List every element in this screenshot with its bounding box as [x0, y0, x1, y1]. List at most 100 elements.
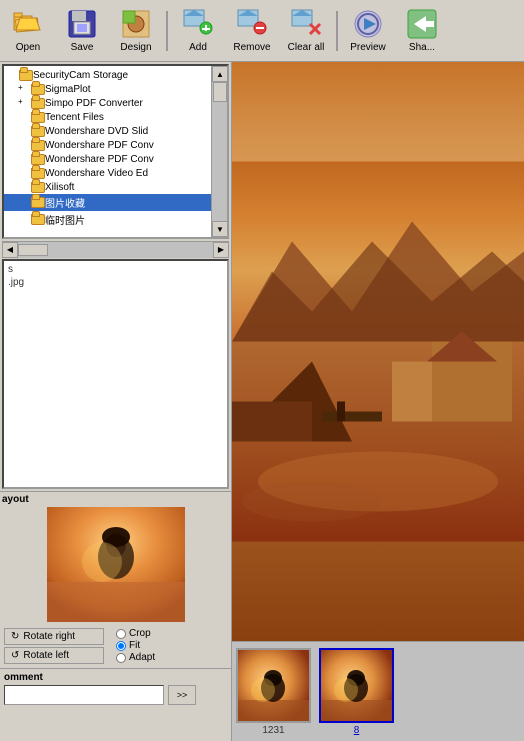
save-icon	[66, 8, 98, 40]
rotate-left-button[interactable]: ↺ Rotate left	[4, 647, 104, 664]
thumb-label-1: 8	[354, 725, 360, 736]
scene-svg	[232, 62, 524, 641]
open-button[interactable]: Open	[2, 4, 54, 58]
folder-icon-5	[31, 140, 45, 151]
preview-label: Preview	[350, 42, 386, 53]
tree-item-0[interactable]: SecurityCam Storage	[4, 68, 211, 82]
fit-option[interactable]: Fit	[116, 640, 155, 651]
comment-input[interactable]	[4, 685, 164, 705]
share-icon	[406, 8, 438, 40]
fit-label: Fit	[129, 640, 140, 651]
hscroll-right-arrow[interactable]: ▶	[213, 242, 229, 258]
folder-icon-9	[31, 197, 45, 208]
rotate-right-button[interactable]: ↻ Rotate right	[4, 628, 104, 645]
tree-item-8[interactable]: Xilisoft	[4, 180, 211, 194]
tree-scrollbar[interactable]: ▲ ▼	[211, 66, 227, 237]
layout-label: ayout	[2, 494, 229, 505]
preview-thumbnail	[47, 507, 185, 622]
clear-all-button[interactable]: Clear all	[280, 4, 332, 58]
remove-label: Remove	[233, 42, 270, 53]
tree-item-10[interactable]: 临时图片	[4, 211, 211, 228]
expand-icon-1: +	[18, 83, 30, 95]
folder-icon-3	[31, 112, 45, 123]
scroll-up-arrow[interactable]: ▲	[212, 66, 228, 82]
folder-icon-1	[31, 84, 45, 95]
file-list-content: s .jpg	[4, 261, 227, 291]
adapt-option[interactable]: Adapt	[116, 652, 155, 663]
file-entry-1[interactable]: .jpg	[8, 276, 223, 289]
expand-icon-10	[18, 214, 30, 226]
preview-icon	[352, 8, 384, 40]
clear-all-label: Clear all	[288, 42, 325, 53]
hscroll-left-arrow[interactable]: ◀	[2, 242, 18, 258]
tree-item-6[interactable]: Wondershare PDF Conv	[4, 152, 211, 166]
folder-icon-4	[31, 126, 45, 137]
folder-icon-6	[31, 154, 45, 165]
toolbar-separator-1	[166, 11, 168, 51]
adapt-radio[interactable]	[116, 653, 126, 663]
folder-icon-7	[31, 168, 45, 179]
remove-button[interactable]: Remove	[226, 4, 278, 58]
design-label: Design	[120, 42, 151, 53]
save-label: Save	[71, 42, 94, 53]
hscroll-thumb	[18, 244, 48, 256]
scroll-down-arrow[interactable]: ▼	[212, 221, 228, 237]
hscroll-track[interactable]	[18, 242, 213, 258]
tree-item-2[interactable]: + Simpo PDF Converter	[4, 96, 211, 110]
save-button[interactable]: Save	[56, 4, 108, 58]
expand-icon-6	[18, 153, 30, 165]
share-button[interactable]: Sha...	[396, 4, 448, 58]
tree-hscroll[interactable]: ◀ ▶	[2, 241, 229, 257]
adapt-label: Adapt	[129, 652, 155, 663]
controls-section: ↻ Rotate right ↺ Rotate left Crop	[0, 626, 231, 666]
rotate-buttons: ↻ Rotate right ↺ Rotate left	[4, 628, 104, 664]
fit-options: Crop Fit Adapt	[116, 628, 155, 663]
rotate-right-icon: ↻	[11, 631, 19, 642]
thumb-label-0: 1231	[262, 725, 284, 736]
thumb-box-1[interactable]	[319, 648, 394, 723]
comment-row: >>	[4, 685, 227, 705]
file-tree[interactable]: SecurityCam Storage + SigmaPlot + Simpo …	[2, 64, 229, 239]
thumb-item-1: 8	[319, 648, 394, 736]
file-entry-0[interactable]: s	[8, 263, 223, 276]
design-button[interactable]: Design	[110, 4, 162, 58]
expand-icon-7	[18, 167, 30, 179]
right-panel: 1231	[232, 62, 524, 741]
tree-item-1[interactable]: + SigmaPlot	[4, 82, 211, 96]
thumb-svg	[47, 507, 185, 622]
open-icon	[12, 8, 44, 40]
remove-icon	[236, 8, 268, 40]
expand-icon-8	[18, 181, 30, 193]
folder-icon-2	[31, 98, 45, 109]
tree-item-9[interactable]: 图片收藏	[4, 194, 211, 211]
tree-item-4[interactable]: Wondershare DVD Slid	[4, 124, 211, 138]
toolbar-separator-2	[336, 11, 338, 51]
fit-radio[interactable]	[116, 641, 126, 651]
crop-label: Crop	[129, 628, 151, 639]
thumb-box-0[interactable]	[236, 648, 311, 723]
preview-button[interactable]: Preview	[342, 4, 394, 58]
expand-icon-4	[18, 125, 30, 137]
comment-go-button[interactable]: >>	[168, 685, 196, 705]
expand-icon-0	[6, 69, 18, 81]
add-icon	[182, 8, 214, 40]
design-icon	[120, 8, 152, 40]
tree-content: SecurityCam Storage + SigmaPlot + Simpo …	[4, 66, 211, 230]
tree-item-3[interactable]: Tencent Files	[4, 110, 211, 124]
main-image-view	[232, 62, 524, 641]
toolbar: Open Save Design	[0, 0, 524, 62]
scroll-thumb	[213, 82, 227, 102]
tree-item-7[interactable]: Wondershare Video Ed	[4, 166, 211, 180]
add-button[interactable]: Add	[172, 4, 224, 58]
crop-radio[interactable]	[116, 629, 126, 639]
file-list[interactable]: s .jpg	[2, 259, 229, 489]
crop-option[interactable]: Crop	[116, 628, 155, 639]
expand-icon-3	[18, 111, 30, 123]
thumbnail-strip: 1231	[232, 641, 524, 741]
main-area: SecurityCam Storage + SigmaPlot + Simpo …	[0, 62, 524, 741]
rotate-left-icon: ↺	[11, 650, 19, 661]
scroll-track[interactable]	[212, 82, 227, 221]
folder-icon-8	[31, 182, 45, 193]
tree-item-5[interactable]: Wondershare PDF Conv	[4, 138, 211, 152]
thumb-svg-1	[321, 650, 394, 723]
